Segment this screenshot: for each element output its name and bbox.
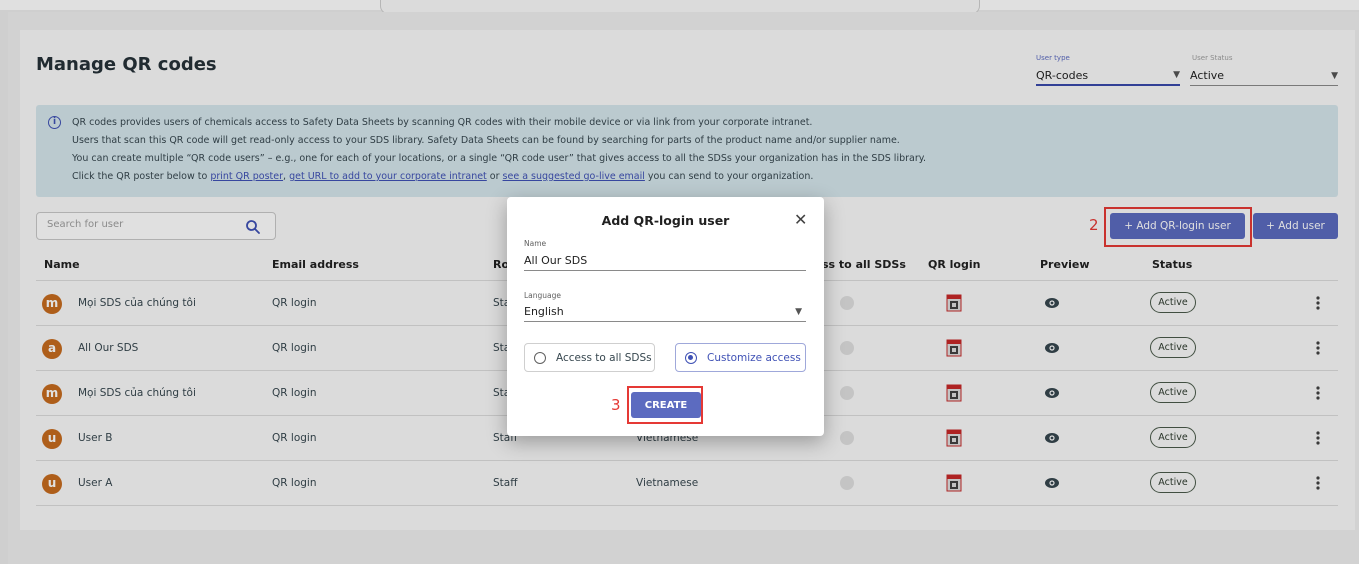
chevron-down-icon: ▼: [795, 306, 802, 317]
language-select[interactable]: English ▼: [524, 302, 806, 322]
radio-checked-icon: [685, 351, 697, 364]
customize-access-label: Customize access: [707, 351, 801, 364]
access-all-sdss-label: Access to all SDSs: [556, 351, 652, 364]
language-select-value: English: [524, 305, 564, 318]
name-field[interactable]: All Our SDS: [524, 251, 806, 271]
name-field-value: All Our SDS: [524, 254, 588, 267]
dialog-title: Add QR-login user: [601, 213, 730, 228]
radio-unchecked-icon: [534, 351, 546, 364]
customize-access-option[interactable]: Customize access: [675, 343, 806, 372]
access-all-sdss-option[interactable]: Access to all SDSs: [524, 343, 655, 372]
language-field-label: Language: [524, 291, 562, 300]
close-icon[interactable]: ✕: [794, 210, 807, 229]
annotation-highlight-create: [627, 386, 703, 424]
annotation-step-3: 3: [611, 396, 621, 414]
name-field-label: Name: [524, 239, 547, 248]
